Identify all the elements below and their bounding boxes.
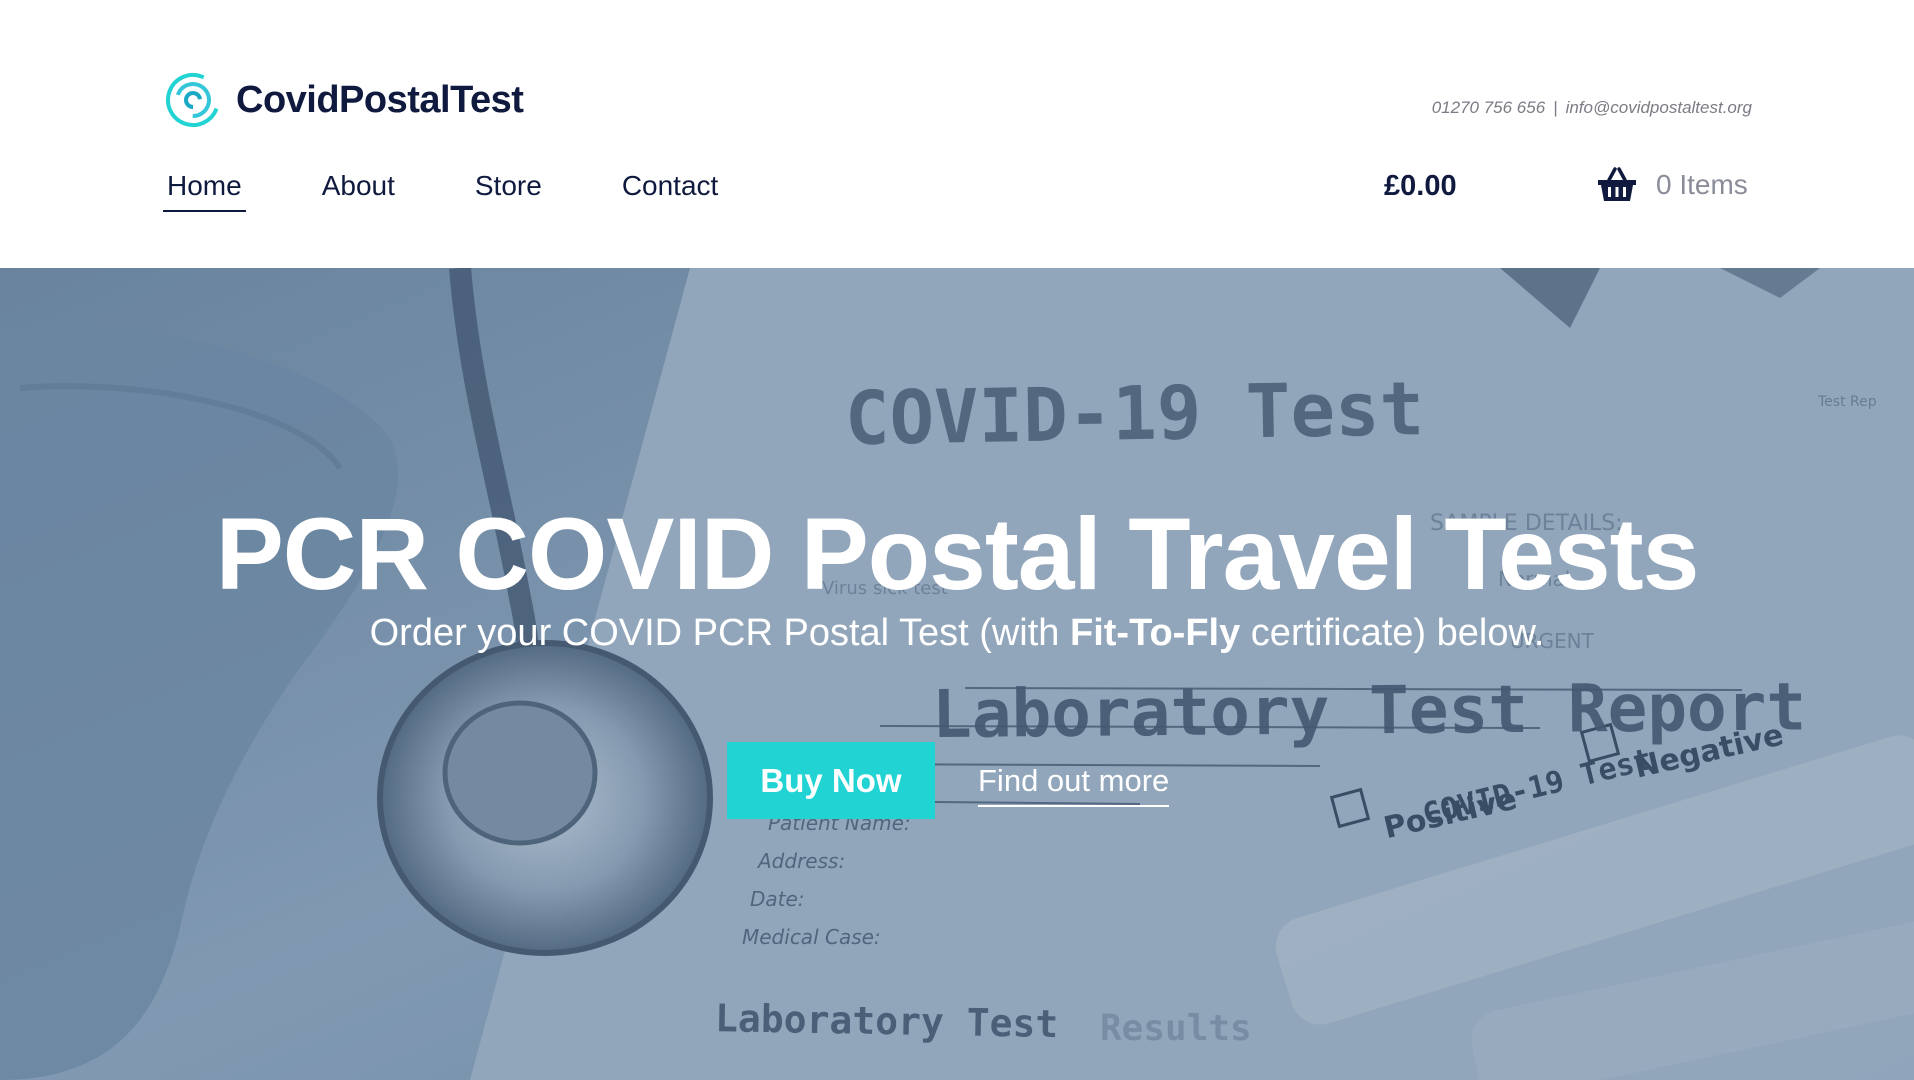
nav-item-about[interactable]: About (318, 168, 399, 212)
nav-item-store[interactable]: Store (471, 168, 546, 212)
hero-title: PCR COVID Postal Travel Tests (215, 497, 1700, 611)
find-out-more-link[interactable]: Find out more (978, 763, 1170, 807)
brand-name: CovidPostalTest (236, 78, 524, 121)
hero-subtitle-suffix: certificate) below. (1240, 612, 1545, 654)
nav-item-contact[interactable]: Contact (618, 168, 723, 212)
cart-total[interactable]: £0.00 (1384, 170, 1457, 203)
cart-link[interactable]: 0 Items (1596, 166, 1748, 204)
hero-background-image: COVID-19 Test Test Rep SAMPLE DETAILS: V… (0, 268, 1914, 1080)
basket-icon (1598, 167, 1636, 201)
contact-phone[interactable]: 01270 756 656 (1432, 98, 1545, 117)
main-nav: Home About Store Contact (163, 168, 794, 212)
hero-banner: COVID-19 Test Test Rep SAMPLE DETAILS: V… (0, 268, 1914, 1080)
hero-subtitle-bold: Fit-To-Fly (1070, 612, 1241, 654)
concentric-circle-logo-icon (166, 73, 220, 127)
site-header: CovidPostalTest 01270 756 656 | info@covid… (0, 0, 1914, 268)
buy-now-button[interactable]: Buy Now (727, 742, 935, 819)
hero-subtitle: Order your COVID PCR Postal Test (with F… (0, 612, 1914, 655)
contact-info: 01270 756 656 | info@covidpostaltest.org (1432, 98, 1752, 118)
hero-subtitle-prefix: Order your COVID PCR Postal Test (with (369, 612, 1070, 654)
cart-items-count: 0 Items (1656, 169, 1748, 200)
contact-email[interactable]: info@covidpostaltest.org (1566, 98, 1752, 117)
brand-logo[interactable]: CovidPostalTest (165, 72, 524, 128)
nav-item-home[interactable]: Home (163, 168, 246, 212)
contact-separator: | (1553, 98, 1558, 117)
